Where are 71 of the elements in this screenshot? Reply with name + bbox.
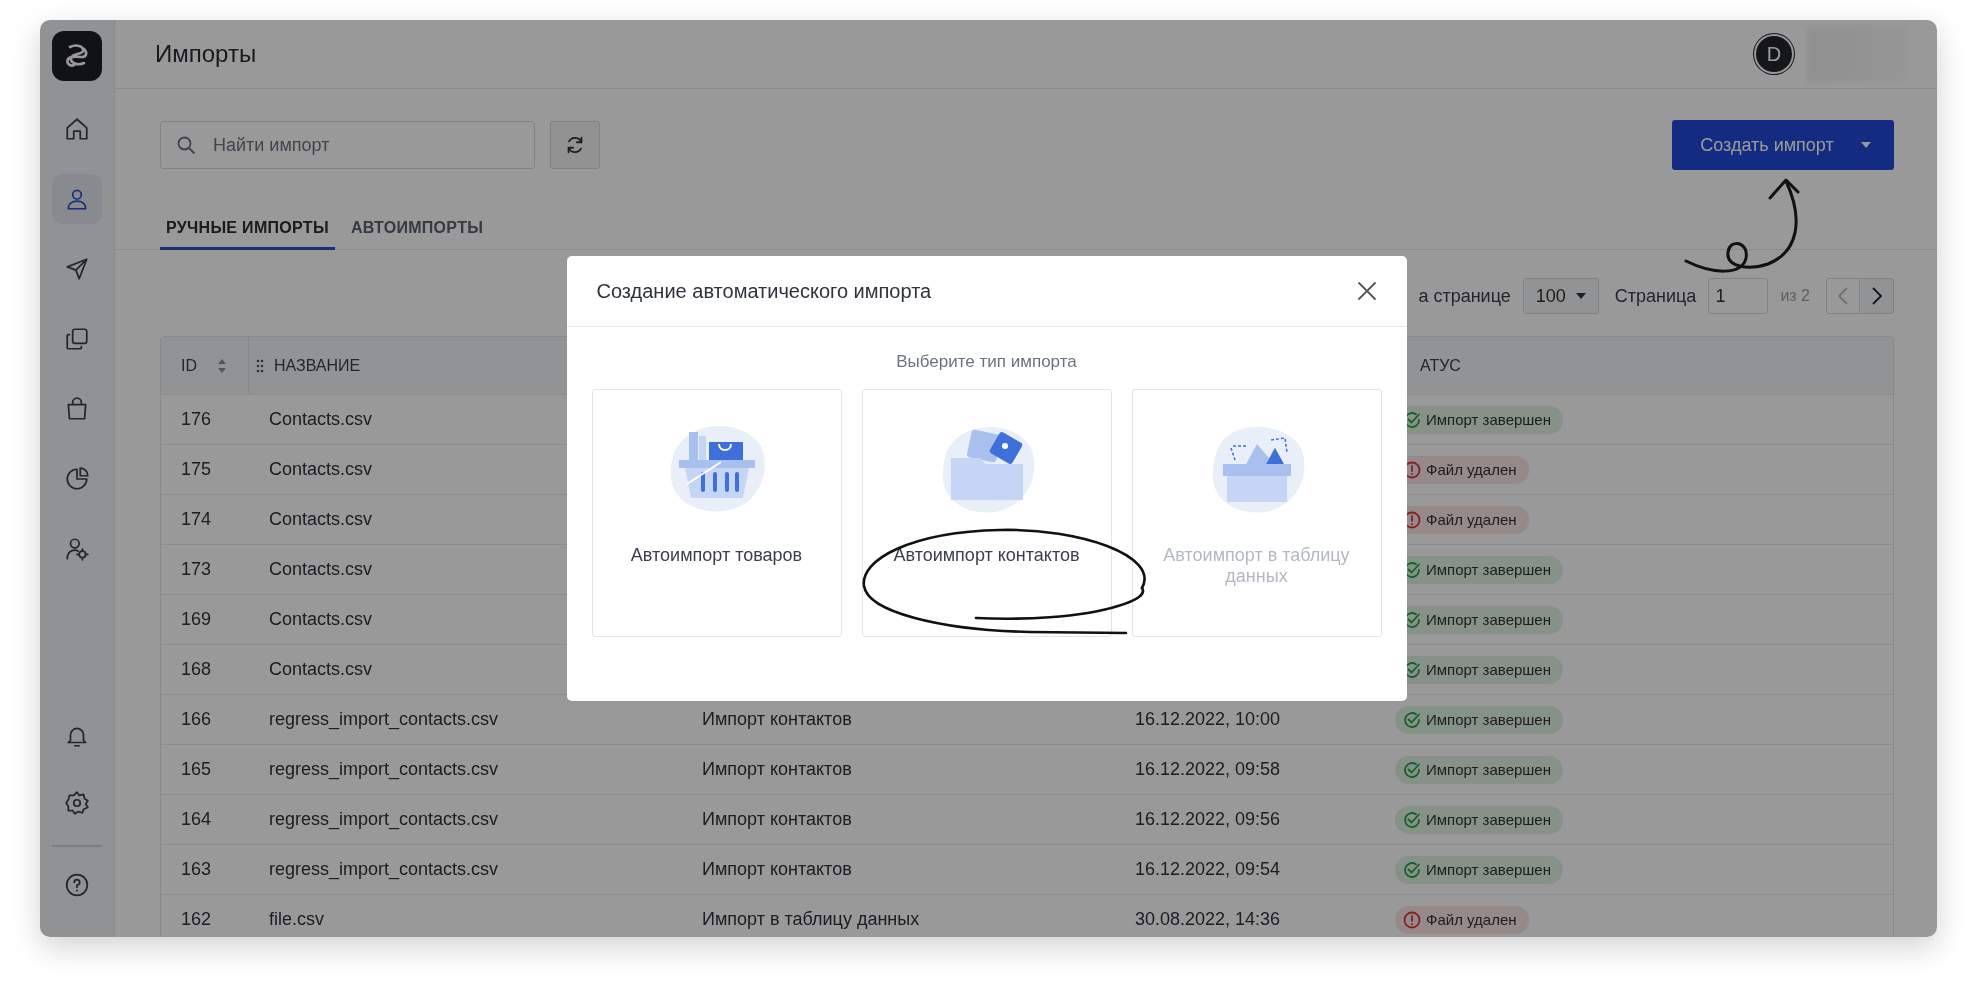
drag-handle-icon[interactable] bbox=[256, 358, 264, 373]
dialog-title: Создание автоматического импорта bbox=[596, 279, 932, 303]
table-cell: 176 bbox=[181, 409, 212, 430]
table-cell: file.csv bbox=[269, 909, 324, 930]
per-page-label: а странице bbox=[1418, 285, 1511, 307]
status-badge: Импорт завершен bbox=[1395, 705, 1563, 734]
logo-icon[interactable] bbox=[52, 31, 102, 81]
column-header[interactable]: НАЗВАНИЕ bbox=[274, 356, 361, 375]
page-total: из 2 bbox=[1780, 287, 1810, 305]
table-cell: 30.08.2022, 14:36 bbox=[1135, 909, 1281, 930]
import-type-card[interactable]: Автоимпорт товаров bbox=[591, 389, 842, 637]
search-icon bbox=[176, 135, 196, 155]
table-cell: 164 bbox=[181, 809, 212, 830]
table-cell: 163 bbox=[181, 859, 212, 880]
avatar[interactable]: D bbox=[1756, 36, 1792, 72]
table-cell: 16.12.2022, 09:56 bbox=[1135, 809, 1281, 830]
table-cell: regress_import_contacts.csv bbox=[269, 809, 499, 830]
table-cell: Импорт контактов bbox=[702, 859, 852, 880]
caret-icon bbox=[1575, 293, 1586, 299]
refresh-button[interactable] bbox=[550, 121, 600, 169]
column-header[interactable]: АТУС bbox=[1420, 356, 1461, 375]
person-icon[interactable] bbox=[52, 174, 102, 224]
search-field[interactable]: Найти импорт bbox=[160, 121, 535, 169]
table-cell: 166 bbox=[181, 709, 212, 730]
column-header[interactable]: ID bbox=[181, 356, 197, 375]
table-cell: Contacts.csv bbox=[269, 509, 373, 530]
import-type-card[interactable]: Автоимпорт контактов bbox=[861, 389, 1112, 637]
table-cell: 175 bbox=[181, 459, 212, 480]
page-input[interactable]: 1 bbox=[1708, 278, 1769, 314]
table-cell: Импорт в таблицу данных bbox=[702, 909, 920, 930]
status-badge: Импорт завершен bbox=[1395, 805, 1563, 834]
table-cell: 168 bbox=[181, 659, 212, 680]
status-badge: Импорт завершен bbox=[1395, 755, 1563, 784]
chevron-left-icon bbox=[1837, 287, 1849, 305]
table-cell: 16.12.2022, 09:54 bbox=[1135, 859, 1281, 880]
table-cell: regress_import_contacts.csv bbox=[269, 859, 499, 880]
table-cell: 169 bbox=[181, 609, 212, 630]
check-circle-icon bbox=[1403, 760, 1421, 779]
per-page-select[interactable]: 100 bbox=[1522, 278, 1599, 314]
status-badge: Импорт завершен bbox=[1395, 855, 1563, 884]
check-circle-icon bbox=[1403, 710, 1421, 729]
chevron-right-icon bbox=[1870, 287, 1883, 305]
table-cell: 174 bbox=[181, 509, 212, 530]
check-circle-icon bbox=[1403, 860, 1421, 879]
table-cell: Contacts.csv bbox=[269, 659, 373, 680]
page-label: Страница bbox=[1614, 285, 1697, 307]
table-cell: 16.12.2022, 09:58 bbox=[1135, 759, 1281, 780]
table-cell: 162 bbox=[181, 909, 212, 930]
next-page-button[interactable] bbox=[1860, 278, 1894, 314]
table-cell: regress_import_contacts.csv bbox=[269, 709, 499, 730]
table-cell: Импорт контактов bbox=[702, 709, 852, 730]
close-icon[interactable] bbox=[1356, 281, 1377, 301]
table-cell: 165 bbox=[181, 759, 212, 780]
page-title: Импорты bbox=[155, 40, 257, 68]
table-cell: Импорт контактов bbox=[702, 809, 852, 830]
table-cell: 173 bbox=[181, 559, 212, 580]
table-cell: Contacts.csv bbox=[269, 459, 373, 480]
table-cell: Contacts.csv bbox=[269, 559, 373, 580]
caret-icon bbox=[1859, 141, 1872, 149]
table-cell: Contacts.csv bbox=[269, 609, 373, 630]
exclamation-circle-icon bbox=[1403, 910, 1421, 929]
tab[interactable]: АВТОИМПОРТЫ bbox=[344, 208, 490, 250]
dialog-subtitle: Выберите тип импорта bbox=[895, 352, 1078, 372]
status-badge: Файл удален bbox=[1395, 905, 1529, 934]
table-cell: 16.12.2022, 10:00 bbox=[1135, 709, 1281, 730]
table-cell: Импорт контактов bbox=[702, 759, 852, 780]
table-cell: regress_import_contacts.csv bbox=[269, 759, 499, 780]
create-import-button[interactable]: Создать импорт bbox=[1672, 120, 1894, 170]
table-cell: Contacts.csv bbox=[269, 409, 373, 430]
check-circle-icon bbox=[1403, 810, 1421, 829]
tab[interactable]: РУЧНЫЕ ИМПОРТЫ bbox=[160, 208, 335, 250]
